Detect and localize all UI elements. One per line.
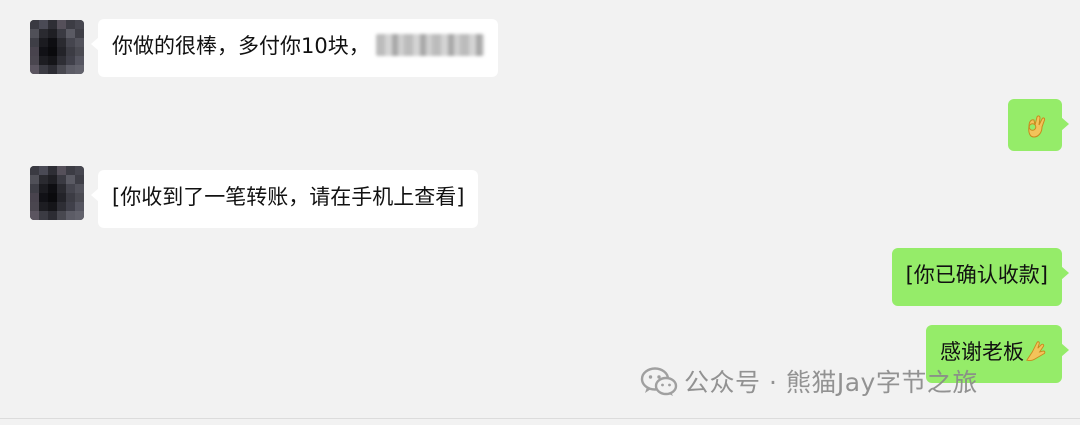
message-text: 感谢老板	[940, 340, 1024, 364]
message-bubble-incoming[interactable]: 你做的很棒，多付你10块，	[91, 19, 498, 77]
blurred-text-redaction	[375, 34, 484, 56]
message-bubble-incoming[interactable]: [你收到了一笔转账，请在手机上查看]	[90, 170, 479, 228]
avatar[interactable]	[30, 20, 84, 74]
chat-area: 你做的很棒，多付你10块， [你收到了一笔转账，请在手机上查看] [你已确认收款…	[0, 0, 1080, 420]
message-bubble-outgoing[interactable]: [你已确认收款]	[891, 248, 1070, 306]
message-text: [你已确认收款]	[905, 263, 1048, 287]
message-text: [你收到了一笔转账，请在手机上查看]	[112, 185, 465, 209]
watermark: 公众号 · 熊猫Jay字节之旅	[640, 363, 978, 399]
divider	[0, 418, 1080, 419]
ok-hand-emoji-icon	[1028, 115, 1046, 138]
avatar[interactable]	[30, 166, 84, 220]
message-bubble-outgoing[interactable]	[1008, 99, 1069, 151]
wechat-icon	[640, 367, 678, 396]
pinched-fingers-emoji-icon	[1026, 341, 1046, 362]
message-text: 你做的很棒，多付你10块，	[112, 34, 370, 58]
watermark-text: 公众号 · 熊猫Jay字节之旅	[684, 368, 978, 397]
